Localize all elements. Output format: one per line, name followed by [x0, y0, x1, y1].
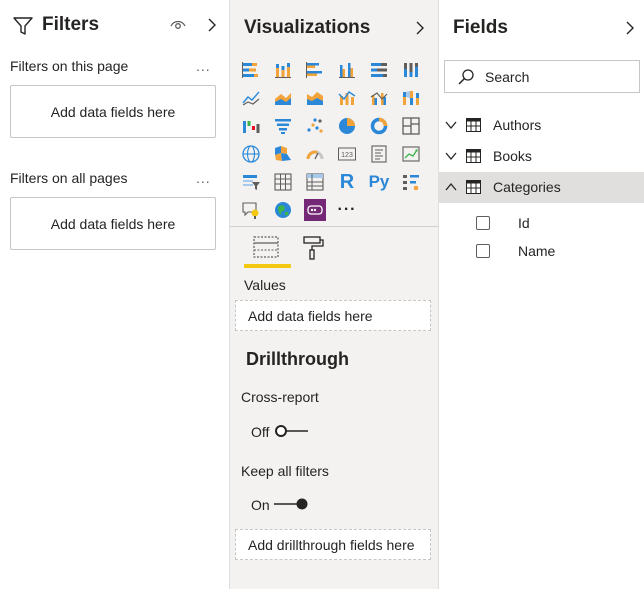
visualizations-title: Visualizations	[244, 17, 371, 38]
multi-row-card-icon[interactable]	[367, 142, 391, 166]
waterfall-chart-icon[interactable]	[239, 114, 263, 138]
key-influencers-icon[interactable]	[399, 170, 423, 194]
pie-chart-icon[interactable]	[335, 114, 359, 138]
ribbon-chart-icon[interactable]	[399, 86, 423, 110]
cross-report-toggle[interactable]	[274, 425, 314, 437]
filters-on-all-pages-label: Filters on all pages	[10, 170, 128, 186]
table-name: Books	[493, 148, 532, 164]
map-icon[interactable]	[239, 142, 263, 166]
fields-pane: Fields Search Authors Books Categories I…	[439, 0, 644, 589]
power-apps-icon[interactable]	[303, 198, 327, 222]
line-and-stacked-column-chart-icon[interactable]	[335, 86, 359, 110]
gauge-icon[interactable]	[303, 142, 327, 166]
eye-icon[interactable]	[169, 17, 187, 31]
fields-tab-icon[interactable]	[251, 234, 281, 262]
field-name: Name	[518, 243, 556, 259]
collapse-fields-chevron-icon[interactable]	[623, 18, 637, 38]
scatter-chart-icon[interactable]	[303, 114, 327, 138]
donut-chart-icon[interactable]	[367, 114, 391, 138]
table-row-categories[interactable]: Categories	[439, 172, 644, 203]
format-paint-roller-icon[interactable]	[299, 234, 329, 262]
funnel-chart-icon[interactable]	[271, 114, 295, 138]
keep-all-filters-state-label: On	[251, 497, 270, 513]
field-checkbox[interactable]	[476, 216, 490, 230]
field-row-id[interactable]: Id	[439, 211, 644, 237]
field-row-name[interactable]: Name	[439, 239, 644, 265]
stacked-bar-chart-icon[interactable]	[239, 58, 263, 82]
collapse-visualizations-chevron-icon[interactable]	[413, 18, 427, 38]
filters-page-more-options-button[interactable]: ...	[196, 58, 211, 74]
fields-search-box[interactable]: Search	[444, 60, 640, 93]
active-tab-indicator	[244, 264, 291, 268]
filters-title: Filters	[42, 14, 100, 35]
100-percent-stacked-bar-chart-icon[interactable]	[367, 58, 391, 82]
table-icon[interactable]	[271, 170, 295, 194]
filters-pane: Filters Filters on this page ... Add dat…	[0, 0, 230, 589]
clustered-column-chart-icon[interactable]	[335, 58, 359, 82]
chevron-up-icon[interactable]	[444, 181, 458, 193]
keep-all-filters-label: Keep all filters	[241, 463, 329, 479]
cross-report-state-label: Off	[251, 424, 270, 440]
fields-title: Fields	[453, 17, 508, 38]
table-name: Authors	[493, 117, 542, 133]
filters-page-dropzone[interactable]: Add data fields here	[10, 85, 216, 138]
slicer-icon[interactable]	[239, 170, 263, 194]
search-icon	[458, 69, 474, 85]
card-icon[interactable]: 123	[335, 142, 359, 166]
keep-all-filters-toggle[interactable]	[273, 498, 313, 510]
matrix-icon[interactable]	[303, 170, 327, 194]
filters-all-pages-dropzone[interactable]: Add data fields here	[10, 197, 216, 250]
table-row-books[interactable]: Books	[439, 141, 644, 172]
funnel-icon	[13, 17, 33, 35]
python-visual-icon[interactable]: Py	[367, 170, 391, 194]
line-and-clustered-column-chart-icon[interactable]	[367, 86, 391, 110]
more-visuals-label: ···	[337, 201, 357, 218]
stacked-area-chart-icon[interactable]	[303, 86, 327, 110]
line-chart-icon[interactable]	[239, 86, 263, 110]
table-row-authors[interactable]: Authors	[439, 110, 644, 141]
visualizations-divider	[230, 226, 439, 227]
visualizations-pane: Visualizations 123 R Py ··· Values Add d…	[230, 0, 439, 589]
100-percent-stacked-column-chart-icon[interactable]	[399, 58, 423, 82]
collapse-filters-chevron-icon[interactable]	[205, 15, 219, 35]
drillthrough-dropzone[interactable]: Add drillthrough fields here	[235, 529, 431, 560]
clustered-bar-chart-icon[interactable]	[303, 58, 327, 82]
kpi-icon[interactable]	[399, 142, 423, 166]
svg-text:123: 123	[341, 152, 353, 159]
filled-map-icon[interactable]	[271, 142, 295, 166]
values-dropzone[interactable]: Add data fields here	[235, 300, 431, 331]
chevron-down-icon[interactable]	[444, 150, 458, 162]
field-checkbox[interactable]	[476, 244, 490, 258]
stacked-column-chart-icon[interactable]	[271, 58, 295, 82]
table-icon	[466, 118, 481, 132]
table-icon	[466, 149, 481, 163]
r-script-visual-icon[interactable]: R	[335, 170, 359, 194]
cross-report-label: Cross-report	[241, 389, 319, 405]
qna-icon[interactable]	[239, 198, 263, 222]
area-chart-icon[interactable]	[271, 86, 295, 110]
table-name: Categories	[493, 179, 561, 195]
values-label: Values	[244, 277, 286, 293]
filters-all-pages-more-options-button[interactable]: ...	[196, 170, 211, 186]
field-name: Id	[518, 215, 530, 231]
more-visuals-icon[interactable]: ···	[335, 198, 359, 222]
chevron-down-icon[interactable]	[444, 119, 458, 131]
search-input[interactable]: Search	[485, 69, 529, 85]
drillthrough-title: Drillthrough	[246, 349, 349, 369]
filters-header: Filters	[0, 0, 230, 52]
arcgis-map-icon[interactable]	[271, 198, 295, 222]
treemap-icon[interactable]	[399, 114, 423, 138]
filters-on-this-page-label: Filters on this page	[10, 58, 129, 74]
table-icon	[466, 180, 481, 194]
